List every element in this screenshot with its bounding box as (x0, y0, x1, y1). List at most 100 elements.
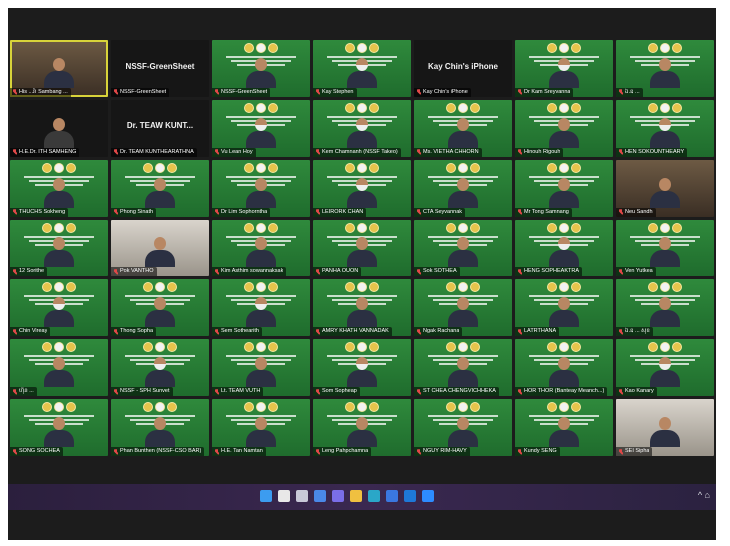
nssf-logo-icon (143, 342, 177, 353)
participant-name-label: Leng Pahpchamna (322, 448, 369, 454)
muted-mic-icon (316, 89, 320, 95)
participant-nameplate: Leng Pahpchamna (313, 447, 372, 456)
participant-tile[interactable]: Kay Chin's iPhone Kay Chin's iPhone (414, 40, 512, 97)
participant-name-label: AMRY KHATH VANNADAK (322, 328, 389, 335)
participant-tile[interactable]: Mr Tong Samnang (515, 159, 613, 217)
participant-tile[interactable]: ឯ.ឧ ... សុខ (616, 279, 714, 337)
participant-tile[interactable]: Ms. VIETHA CHHORN (414, 99, 512, 157)
participant-tile[interactable]: HENG SOPHEAKTRA (515, 219, 613, 277)
participant-tile[interactable]: Som Sopheap (313, 339, 411, 397)
participant-tile[interactable]: Phan Bunthen (NSSF-CSO BAR) (111, 399, 209, 456)
muted-mic-icon (518, 388, 522, 395)
participant-video-avatar (650, 237, 680, 268)
participant-tile[interactable]: Sem Sothearith (212, 279, 310, 337)
participant-tile[interactable]: Chin Vireay (10, 279, 108, 337)
participant-nameplate: Dr Kam Sreyvanna (515, 87, 574, 97)
nssf-logo-icon (42, 222, 76, 233)
participant-tile[interactable]: Lt. TEAM VUTH (212, 339, 310, 397)
muted-mic-icon (114, 89, 118, 95)
muted-mic-icon (417, 388, 421, 395)
participant-nameplate: Ngak Rachana (414, 327, 463, 337)
participant-tile[interactable]: Hinouh Rigouh (515, 99, 613, 157)
participant-tile[interactable]: ST CHEA CHENGVICHHEKA (414, 339, 512, 397)
participant-tile[interactable]: NSSF-GreenSheet NSSF-GreenSheet (111, 40, 209, 97)
participant-nameplate: HENG SOPHEAKTRA (515, 267, 583, 277)
muted-mic-icon (619, 268, 623, 275)
participant-tile[interactable]: AMRY KHATH VANNADAK (313, 279, 411, 337)
participant-tile[interactable]: Kundy SENG (515, 399, 613, 456)
participant-tile[interactable]: His ...រ៉ា Sambang ... (10, 40, 108, 97)
participant-tile[interactable]: Kay Stephen (313, 40, 411, 97)
participant-nameplate: Hinouh Rigouh (515, 147, 564, 157)
participant-tile[interactable]: Ngak Rachana (414, 279, 512, 337)
participant-video-avatar (549, 57, 579, 88)
participant-tile[interactable]: Vu Lean Hoy (212, 99, 310, 157)
search-icon[interactable] (278, 490, 290, 502)
participant-tile[interactable]: THUCHS Sokheng (10, 159, 108, 217)
participant-name-label: Thong Sopha (120, 328, 154, 335)
participant-tile[interactable]: Dr Lim Sophorntha (212, 159, 310, 217)
nssf-logo-icon (547, 43, 581, 53)
participant-video-avatar (549, 417, 579, 447)
participant-name-label: H.E.Dr. ITH SAMHENG (19, 148, 77, 155)
outlook-icon[interactable] (404, 490, 416, 502)
participant-tile[interactable]: H.E. Tan Namtan (212, 399, 310, 456)
participant-nameplate: Neu Sandh (616, 207, 656, 217)
participant-tile[interactable]: PANHA OUON (313, 219, 411, 277)
participant-nameplate: Dr. TEAM KUNTHEARATHNA (111, 147, 197, 157)
participant-video-avatar (549, 117, 579, 148)
participant-tile[interactable]: HOR THOR (Banteay Meanch...) (515, 339, 613, 397)
store-icon[interactable] (386, 490, 398, 502)
muted-mic-icon (619, 89, 623, 95)
participant-video-avatar (549, 177, 579, 208)
participant-tile[interactable]: Kim Asthim sowannaksak (212, 219, 310, 277)
windows-start-icon[interactable] (260, 490, 272, 502)
participant-tile[interactable]: 12 Sorithe (10, 219, 108, 277)
participant-video-avatar (44, 237, 74, 268)
participant-tile[interactable]: HEN SOKOUNTHEARY (616, 99, 714, 157)
participant-tile[interactable]: Sok SOTHEA (414, 219, 512, 277)
nssf-logo-icon (648, 222, 682, 233)
participant-tile[interactable]: LEIRORK CHAN (313, 159, 411, 217)
participant-tile[interactable]: Ven Yutkea (616, 219, 714, 277)
participant-nameplate: His ...រ៉ា Sambang ... (10, 87, 71, 97)
nssf-logo-icon (648, 102, 682, 113)
participant-gallery-grid: His ...រ៉ា Sambang ... NSSF-GreenSheet NSS… (10, 40, 714, 456)
participant-tile[interactable]: SONG SOCHEA (10, 399, 108, 456)
muted-mic-icon (316, 388, 320, 395)
file-explorer-icon[interactable] (350, 490, 362, 502)
teams-chat-icon[interactable] (332, 490, 344, 502)
participant-tile[interactable]: NGUY RIM-HAVY (414, 399, 512, 456)
participant-tile[interactable]: SEI Sipha (616, 399, 714, 456)
participant-name-label: ST CHEA CHENGVICHHEKA (423, 388, 496, 395)
system-tray[interactable]: ^ ⌂ (698, 490, 710, 500)
participant-tile[interactable]: LATRTHANA (515, 279, 613, 337)
edge-browser-icon[interactable] (368, 490, 380, 502)
participant-nameplate: PANHA OUON (313, 267, 362, 277)
participant-tile[interactable]: CTA Seyvannak (414, 159, 512, 217)
participant-tile[interactable]: Dr. TEAW KUNT... Dr. TEAM KUNTHEARATHNA (111, 99, 209, 157)
widgets-icon[interactable] (314, 490, 326, 502)
participant-tile[interactable]: Pok VANTHO (111, 219, 209, 277)
participant-tile[interactable]: ហ៊ុន ... (10, 339, 108, 397)
participant-tile[interactable]: ឯ.ឧ ... (616, 40, 714, 97)
participant-tile[interactable]: Dr Kam Sreyvanna (515, 40, 613, 97)
participant-tile[interactable]: Kem Chamnanh (NSSF Takeo) (313, 99, 411, 157)
participant-tile[interactable]: Thong Sopha (111, 279, 209, 337)
participant-video-avatar (448, 177, 478, 208)
participant-video-avatar (246, 177, 276, 208)
participant-tile[interactable]: Kao Kanary (616, 339, 714, 397)
participant-tile[interactable]: Phong Sinath (111, 159, 209, 217)
participant-tile[interactable]: H.E.Dr. ITH SAMHENG (10, 99, 108, 157)
participant-tile[interactable]: Neu Sandh (616, 159, 714, 217)
participant-tile[interactable]: NSSF - SPH Sunvet (111, 339, 209, 397)
task-view-icon[interactable] (296, 490, 308, 502)
participant-tile[interactable]: NSSF-GreenSheet (212, 40, 310, 97)
participant-name-label: Hinouh Rigouh (524, 148, 561, 155)
muted-mic-icon (619, 328, 623, 335)
participant-tile[interactable]: Leng Pahpchamna (313, 399, 411, 456)
muted-mic-icon (518, 149, 522, 155)
zoom-icon[interactable] (422, 490, 434, 502)
participant-video-avatar (145, 417, 175, 447)
participant-video-avatar (650, 357, 680, 388)
